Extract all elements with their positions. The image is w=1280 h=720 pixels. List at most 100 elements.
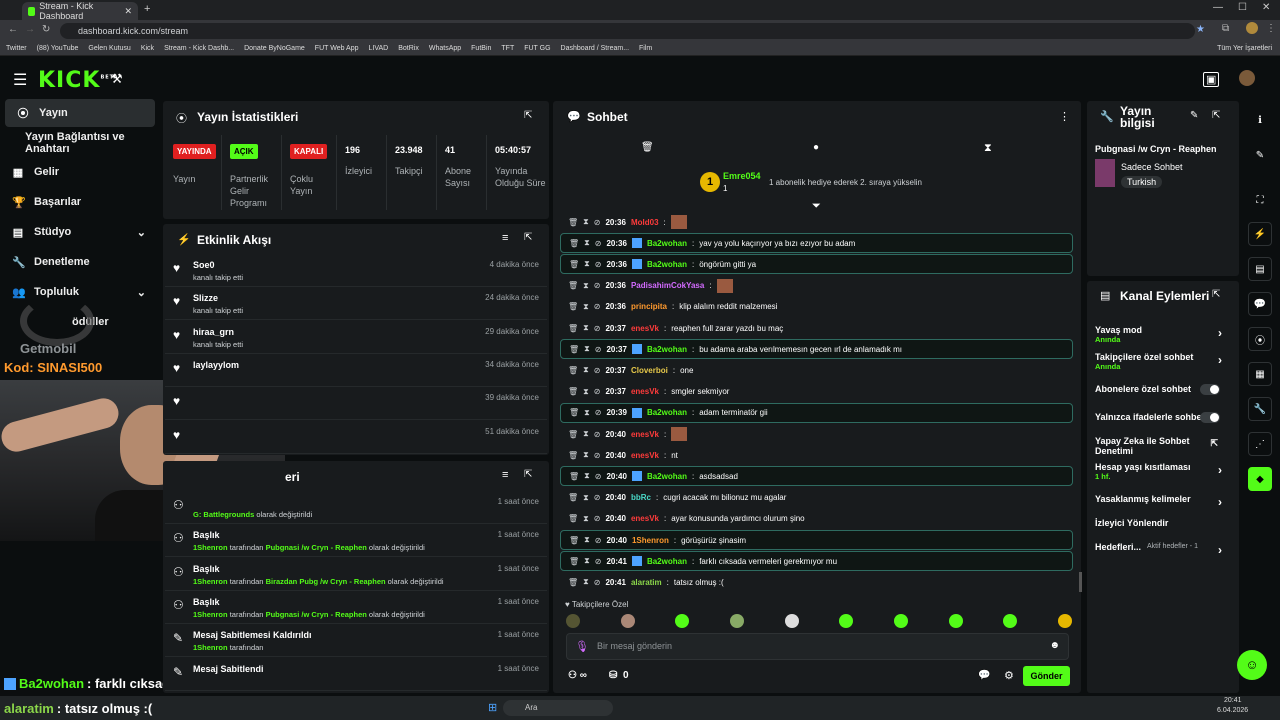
forward-icon[interactable]: → [25, 24, 35, 35]
delete-message-icon[interactable]: 🗑 [568, 281, 578, 290]
bookmark-item[interactable]: WhatsApp [429, 45, 461, 52]
back-icon[interactable]: ← [8, 24, 18, 35]
bookmark-item[interactable]: FUT Web App [315, 45, 359, 52]
channel-action-item[interactable]: Yapay Zeka ile Sohbet Denetimi ⇱ [1095, 436, 1230, 456]
chat-message[interactable]: 🗑 ⧗ ⊘ 20:36 Ba2wohan: yav ya yolu kaçırıyor y… [560, 233, 1073, 254]
ban-icon[interactable]: ⊘ [594, 281, 601, 290]
channel-action-item[interactable]: Yavaş mod Anında › [1095, 325, 1230, 344]
chat-message[interactable]: 🗑 ⧗ ⊘ 20:37 enesVk: smgler sekmiyor [560, 382, 1073, 402]
ban-icon[interactable]: ⊘ [594, 451, 601, 460]
channel-action-item[interactable]: İzleyici Yönlendir [1095, 518, 1230, 528]
chat-username[interactable]: enesVk [631, 387, 659, 396]
chat-message[interactable]: 🗑 ⧗ ⊘ 20:40 enesVk: nt [560, 445, 1073, 465]
channel-action-item[interactable]: Takipçilere özel sohbet Anında › [1095, 352, 1230, 371]
activity-item[interactable]: ♥ laylayylom 34 dakika önce [165, 354, 547, 387]
chat-settings-bubble-icon[interactable]: 💬 [978, 670, 990, 681]
share-icon[interactable]: ⋰ [1248, 432, 1272, 456]
ban-icon[interactable]: ⊘ [595, 472, 602, 481]
bookmark-item[interactable]: Dashboard / Stream... [561, 45, 629, 52]
delete-message-icon[interactable]: 🗑 [569, 557, 579, 566]
reload-icon[interactable]: ↻ [42, 24, 50, 35]
gear-icon[interactable]: ⚙ [1004, 669, 1014, 682]
activity-item[interactable]: ♥ Slizze kanalı takip etti 24 dakika önce [165, 287, 547, 321]
ban-icon[interactable]: ⊘ [594, 218, 601, 227]
chat-message[interactable]: 🗑 ⧗ ⊘ 20:39 Ba2wohan: adam terminatör gii [560, 402, 1073, 423]
taskbar-search[interactable]: Ara [503, 700, 613, 716]
channel-action-item[interactable]: Abonelere özel sohbet [1095, 384, 1230, 395]
ban-icon[interactable]: ⊘ [594, 324, 601, 333]
browser-tab[interactable]: Stream - Kick Dashboard ✕ [22, 1, 138, 21]
chat-message[interactable]: 🗑 ⧗ ⊘ 20:37 enesVk: reaphen full zarar yazdı … [560, 318, 1073, 338]
chat-message[interactable]: 🗑 ⧗ ⊘ 20:36 Mold03: [560, 212, 1073, 232]
chat-message[interactable]: 🗑 ⧗ ⊘ 20:41 Ba2wohan: farklı cıksada vermeler… [560, 551, 1073, 572]
channel-action-item[interactable]: Hesap yaşı kısıtlaması 1 hf. › [1095, 462, 1230, 481]
maximize-icon[interactable]: ☐ [1238, 2, 1247, 13]
wrench-icon[interactable]: 🔧 [1248, 397, 1272, 421]
timeout-icon[interactable]: ⧗ [584, 408, 590, 418]
ban-icon[interactable]: ⊘ [595, 345, 602, 354]
sidebar-item-basarilar[interactable]: 🏆 Başarılar [0, 188, 160, 216]
delete-message-icon[interactable]: 🗑 [569, 472, 579, 481]
emote-icon[interactable] [620, 614, 635, 628]
chat-username[interactable]: Ba2wohan [647, 239, 687, 248]
delete-message-icon[interactable]: 🗑 [568, 514, 578, 523]
broadcast-icon[interactable]: ⦿ [1248, 327, 1272, 351]
ban-icon[interactable]: ⊘ [595, 557, 602, 566]
delete-message-icon[interactable]: 🗑 [568, 302, 578, 311]
chat-message[interactable]: 🗑 ⧗ ⊘ 20:37 Ba2wohan: bu adama araba verılmem… [560, 339, 1073, 360]
ban-icon[interactable]: ⊘ [594, 578, 601, 587]
url-field[interactable]: dashboard.kick.com/stream [60, 23, 1195, 39]
timeout-icon[interactable]: ⧗ [583, 217, 589, 227]
emote-icon[interactable] [948, 614, 963, 628]
chat-username[interactable]: Ba2wohan [647, 408, 687, 417]
sidebar-item-stream-key[interactable]: Yayın Bağlantısı ve Anahtarı [0, 129, 165, 157]
browser-menu-icon[interactable]: ⋮ [1266, 23, 1276, 34]
chat-username[interactable]: enesVk [631, 324, 659, 333]
edit-icon[interactable]: ✎ [1248, 143, 1272, 167]
delete-message-icon[interactable]: 🗑 [568, 387, 578, 396]
lightning-icon[interactable]: ⚡ [1248, 222, 1272, 246]
bookmark-item[interactable]: BotRix [398, 45, 419, 52]
kick-logo[interactable]: KICKBETA [38, 68, 119, 93]
timeout-icon[interactable]: ⧗ [584, 471, 590, 481]
emoji-icon[interactable]: ☻ [1049, 640, 1060, 651]
emote-icon[interactable] [1003, 614, 1018, 628]
chat-username[interactable]: 1Shenron [632, 536, 669, 545]
ban-icon[interactable]: ⊘ [594, 493, 601, 502]
ban-icon[interactable]: ⊘ [594, 514, 601, 523]
sidebar-item-gelir[interactable]: ▦ Gelir [0, 158, 160, 186]
toggle-switch[interactable] [1200, 412, 1220, 423]
emote-icon[interactable] [729, 614, 744, 628]
timeout-icon[interactable]: ⧗ [584, 259, 590, 269]
user-avatar[interactable] [1239, 70, 1255, 86]
chat-message[interactable]: 🗑 ⧗ ⊘ 20:40 enesVk: [560, 424, 1073, 444]
timeout-icon[interactable]: ⧗ [583, 323, 589, 333]
chat-bubble-icon[interactable]: ● [813, 142, 819, 153]
sidebar-item-yayin[interactable]: ⦿ Yayın [5, 99, 155, 127]
mod-log-item[interactable]: ✎ Mesaj Sabitlendi 1 saat önce [165, 658, 547, 691]
chat-scrollbar[interactable] [1079, 572, 1082, 592]
bookmark-item[interactable]: Kick [141, 45, 154, 52]
delete-message-icon[interactable]: 🗑 [568, 366, 578, 375]
timeout-icon[interactable]: ⧗ [584, 344, 590, 354]
extensions-icon[interactable]: ⧉ [1222, 23, 1229, 34]
bookmark-item[interactable]: Twitter [6, 45, 27, 52]
trash-icon[interactable]: 🗑 [641, 142, 654, 153]
close-window-icon[interactable]: ✕ [1262, 2, 1270, 13]
chat-icon[interactable]: 💬 [1248, 292, 1272, 316]
close-tab-icon[interactable]: ✕ [124, 6, 132, 17]
mod-log-item[interactable]: ⚇ G: Battlegrounds olarak değiştirildi 1 s… [165, 491, 547, 524]
channel-action-item[interactable]: Yasaklanmış kelimeler › [1095, 494, 1230, 509]
external-link-icon[interactable]: ⇱ [1210, 438, 1218, 449]
delete-message-icon[interactable]: 🗑 [569, 260, 579, 269]
chat-username[interactable]: Ba2wohan [647, 345, 687, 354]
minimize-icon[interactable]: — [1213, 2, 1223, 13]
chat-message[interactable]: 🗑 ⧗ ⊘ 20:40 enesVk: ayar konusunda yardımcı o… [560, 509, 1073, 529]
chat-message[interactable]: 🗑 ⧗ ⊘ 20:40 bbRc: cugri acacak mı bilionuz mu… [560, 488, 1073, 508]
popout-icon[interactable]: ⇱ [524, 469, 532, 480]
chat-username[interactable]: PadisahimCokYasa [631, 281, 704, 290]
chat-menu-icon[interactable]: ⋮ [1059, 110, 1070, 123]
fullscreen-icon[interactable]: ⛶ [1248, 188, 1272, 212]
edit-icon[interactable]: ✎ [1190, 110, 1198, 121]
popout-icon[interactable]: ⇱ [1212, 110, 1220, 121]
